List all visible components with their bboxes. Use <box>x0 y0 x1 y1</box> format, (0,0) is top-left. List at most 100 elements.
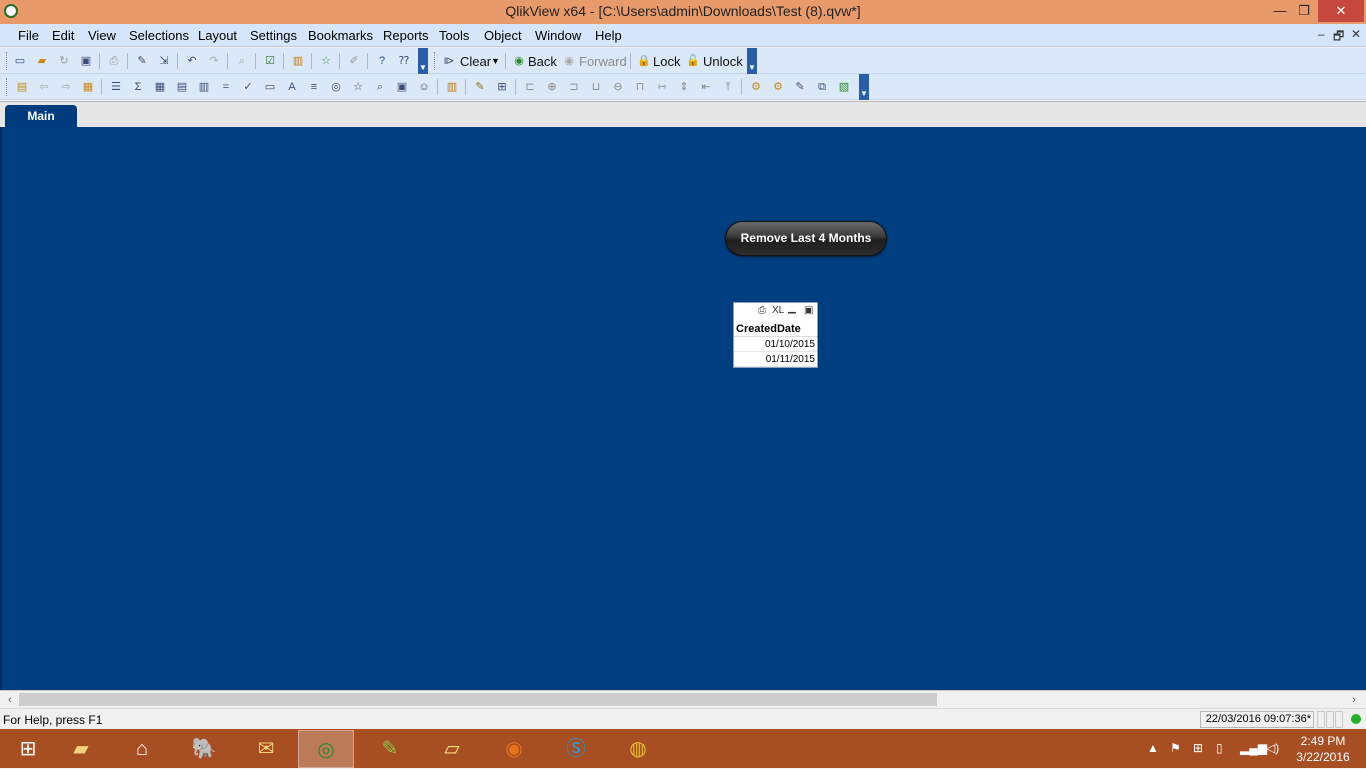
menu-file[interactable]: File <box>18 28 39 43</box>
menu-reports[interactable]: Reports <box>383 28 429 43</box>
send-to-excel-icon[interactable]: XL <box>772 305 784 316</box>
menu-window[interactable]: Window <box>535 28 581 43</box>
close-button[interactable]: ✕ <box>1318 0 1364 22</box>
show-hidden-icons-icon[interactable]: ▲ <box>1147 741 1159 755</box>
multi-box-icon[interactable]: ▤ <box>174 79 190 95</box>
print-icon[interactable]: ⎙ <box>106 53 122 69</box>
maximize-icon[interactable]: ▣ <box>804 305 813 316</box>
tab-main[interactable]: Main <box>5 105 77 129</box>
save-icon[interactable]: ▣ <box>78 53 94 69</box>
skype-icon[interactable]: Ⓢ <box>548 730 604 768</box>
promote-sheet-icon[interactable]: ⇦ <box>36 79 52 95</box>
text-object-icon[interactable]: A <box>284 79 300 95</box>
lock-button[interactable]: Lock <box>653 54 680 69</box>
power-icon[interactable]: ▯ <box>1216 741 1223 755</box>
open-folder-icon[interactable]: ▰ <box>34 53 50 69</box>
back-button[interactable]: Back <box>528 54 557 69</box>
postgresql-elephant-icon[interactable]: 🐘 <box>176 730 232 768</box>
search-object-icon[interactable]: ⌕ <box>372 79 388 95</box>
new-sheet-icon[interactable]: ▤ <box>14 79 30 95</box>
chart-icon[interactable]: ▥ <box>290 53 306 69</box>
clear-icon[interactable]: ⧐ <box>441 53 457 69</box>
mdi-restore-button[interactable]: 🗗 <box>1333 27 1344 48</box>
firefox-icon[interactable]: ◉ <box>486 730 542 768</box>
menu-edit[interactable]: Edit <box>52 28 74 43</box>
volume-icon[interactable]: ◁) <box>1266 741 1279 755</box>
format-painter-icon[interactable]: ✎ <box>472 79 488 95</box>
adjust-left-icon[interactable]: ⇤ <box>698 79 714 95</box>
menu-view[interactable]: View <box>88 28 116 43</box>
edit-module-icon[interactable]: ✎ <box>792 79 808 95</box>
menu-bookmarks[interactable]: Bookmarks <box>308 28 373 43</box>
properties-icon[interactable]: ✐ <box>346 53 362 69</box>
document-properties-icon[interactable]: ⚙ <box>748 79 764 95</box>
toolbar-overflow-icon[interactable]: ▼ <box>747 48 757 74</box>
line-arrow-icon[interactable]: ≡ <box>306 79 322 95</box>
lock-icon[interactable]: 🔒 <box>636 53 652 69</box>
table-box-icon[interactable]: ▦ <box>152 79 168 95</box>
toolbar-grip[interactable] <box>434 52 437 70</box>
reload-icon[interactable]: ↻ <box>56 53 72 69</box>
mail-icon[interactable]: ✉ <box>238 730 294 768</box>
toolbar-grip[interactable] <box>6 78 9 96</box>
button-object-icon[interactable]: ▭ <box>262 79 278 95</box>
notepad-icon[interactable]: ✎ <box>362 730 418 768</box>
current-selections-box-icon[interactable]: ✓ <box>240 79 256 95</box>
mdi-close-button[interactable]: ✕ <box>1351 27 1361 41</box>
table-viewer-icon[interactable]: ⧉ <box>814 79 830 95</box>
align-middle-icon[interactable]: ⊖ <box>610 79 626 95</box>
scroll-left-arrow-icon[interactable]: ‹ <box>2 692 18 708</box>
sticky-notes-icon[interactable]: ▱ <box>424 730 480 768</box>
minimize-icon[interactable]: ▁ <box>788 303 796 314</box>
expression-overview-icon[interactable]: ▧ <box>836 79 852 95</box>
unlock-button[interactable]: Unlock <box>703 54 743 69</box>
forward-icon[interactable]: ◉ <box>561 53 577 69</box>
menu-tools[interactable]: Tools <box>439 28 469 43</box>
minimize-button[interactable]: — <box>1267 0 1293 22</box>
clear-button[interactable]: Clear <box>460 54 491 69</box>
menu-selections[interactable]: Selections <box>129 28 189 43</box>
bookmark-star-icon[interactable]: ☆ <box>318 53 334 69</box>
scrollbar-thumb[interactable] <box>19 693 937 706</box>
system-clock[interactable]: 2:49 PM 3/22/2016 <box>1290 733 1356 765</box>
list-box-header[interactable]: CreatedDate <box>734 321 817 337</box>
context-help-icon[interactable]: ⁇ <box>396 53 412 69</box>
space-horizontal-icon[interactable]: ⇿ <box>654 79 670 95</box>
redo-icon[interactable]: ↷ <box>206 53 222 69</box>
statistics-box-icon[interactable]: Σ <box>130 79 146 95</box>
slider-icon[interactable]: ◎ <box>328 79 344 95</box>
align-top-icon[interactable]: ⊓ <box>632 79 648 95</box>
home-icon[interactable]: ⌂ <box>114 730 170 768</box>
createddate-list-box[interactable]: ⎙ XL ▁ ▣ CreatedDate 01/10/2015 01/11/20… <box>733 302 818 368</box>
align-bottom-icon[interactable]: ⊔ <box>588 79 604 95</box>
forward-button[interactable]: Forward <box>579 54 627 69</box>
remove-last-4-months-button[interactable]: Remove Last 4 Months <box>725 221 887 256</box>
windows-update-icon[interactable]: ⊞ <box>1193 741 1203 755</box>
menu-help[interactable]: Help <box>595 28 622 43</box>
restore-button[interactable]: ❐ <box>1291 0 1317 22</box>
start-windows-icon[interactable]: ⊞ <box>0 730 56 768</box>
back-icon[interactable]: ◉ <box>511 53 527 69</box>
horizontal-scrollbar[interactable]: ‹ › <box>0 690 1366 708</box>
bookmark-object-icon[interactable]: ☆ <box>350 79 366 95</box>
chart-wizard-icon[interactable]: ▥ <box>444 79 460 95</box>
menu-settings[interactable]: Settings <box>250 28 297 43</box>
print-icon[interactable]: ⎙ <box>758 305 766 316</box>
file-explorer-icon[interactable]: ▰ <box>53 730 109 768</box>
toolbar-grip[interactable] <box>6 52 9 70</box>
demote-sheet-icon[interactable]: ⇨ <box>58 79 74 95</box>
unlock-icon[interactable]: 🔓 <box>685 53 701 69</box>
mdi-minimize-button[interactable]: – <box>1318 27 1325 41</box>
chrome-icon[interactable]: ◍ <box>610 730 666 768</box>
chart-object-icon[interactable]: ▥ <box>196 79 212 95</box>
network-signal-icon[interactable]: ▂▄▆ <box>1240 741 1267 755</box>
space-vertical-icon[interactable]: ⇕ <box>676 79 692 95</box>
toolbar-overflow-icon[interactable]: ▼ <box>418 48 428 74</box>
list-box-icon[interactable]: ☰ <box>108 79 124 95</box>
new-document-icon[interactable]: ▭ <box>12 53 28 69</box>
scroll-right-arrow-icon[interactable]: › <box>1346 692 1362 708</box>
qlikview-taskbar-icon[interactable]: ◎ <box>298 730 354 768</box>
align-grid-icon[interactable]: ⊞ <box>494 79 510 95</box>
sheet-properties2-icon[interactable]: ⚙ <box>770 79 786 95</box>
clear-dropdown-icon[interactable]: ▼ <box>491 56 500 66</box>
